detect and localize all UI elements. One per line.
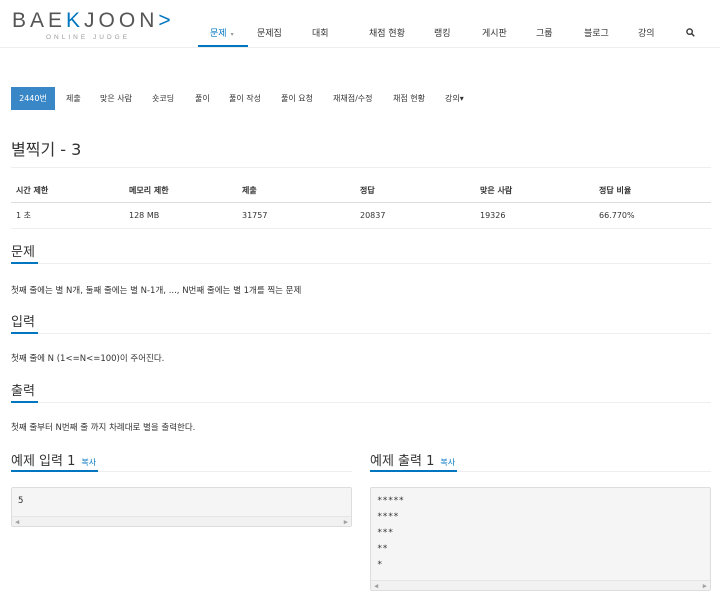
sample-output-box[interactable]: ***** **** *** ** * ◀ ▶ <box>370 487 711 591</box>
search-icon[interactable] <box>686 28 695 37</box>
input-heading: 입력 <box>11 315 35 330</box>
nav-item-contest[interactable]: 대회 <box>312 26 329 39</box>
tab-solutions[interactable]: 풀이 <box>195 87 210 110</box>
section-divider <box>11 402 711 403</box>
description-heading: 문제 <box>11 245 35 260</box>
tab-lecture-dropdown[interactable]: 강의▾ <box>445 87 464 110</box>
table-cell: 1 초 <box>11 202 124 229</box>
tab-short-coding[interactable]: 숏코딩 <box>152 87 174 110</box>
column-header: 정답 <box>355 180 475 203</box>
copy-sample-output-button[interactable]: 복사 <box>440 458 455 467</box>
chevron-down-icon: ▾ <box>230 31 234 38</box>
sample-input-box[interactable]: 5 ◀ ▶ <box>11 487 352 527</box>
output-heading: 출력 <box>11 384 35 399</box>
section-underline <box>11 470 98 472</box>
nav-item-group[interactable]: 그룹 <box>536 26 553 39</box>
tab-rejudge[interactable]: 재채점/수정 <box>333 87 373 110</box>
section-underline <box>11 332 38 334</box>
description-text: 첫째 줄에는 별 N개, 둘째 줄에는 별 N-1개, ..., N번째 줄에는… <box>11 286 302 296</box>
column-header: 메모리 제한 <box>124 180 237 203</box>
column-header: 제출 <box>237 180 355 203</box>
scroll-left-icon[interactable]: ◀ <box>374 582 378 590</box>
nav-item-blog[interactable]: 블로그 <box>584 26 609 39</box>
scroll-right-icon[interactable]: ▶ <box>344 518 348 526</box>
input-text: 첫째 줄에 N (1<=N<=100)이 주어진다. <box>11 354 165 364</box>
table-header-row: 시간 제한 메모리 제한 제출 정답 맞은 사람 정답 비율 <box>11 180 711 203</box>
table-cell: 128 MB <box>124 202 237 229</box>
section-underline <box>370 470 457 472</box>
tab-accepted-users[interactable]: 맞은 사람 <box>100 87 132 110</box>
copy-sample-input-button[interactable]: 복사 <box>81 458 96 467</box>
column-header: 맞은 사람 <box>475 180 594 203</box>
table-cell: 66.770% <box>594 202 711 229</box>
table-cell: 19326 <box>475 202 594 229</box>
sample-input-heading: 예제 입력 1 복사 <box>11 454 97 469</box>
nav-item-board[interactable]: 게시판 <box>482 26 507 39</box>
tab-request-solution[interactable]: 풀이 요청 <box>281 87 313 110</box>
nav-item-workbook[interactable]: 문제집 <box>257 26 282 39</box>
problem-subnav: 2440번 제출 맞은 사람 숏코딩 풀이 풀이 작성 풀이 요청 재채점/수정… <box>11 87 711 110</box>
column-header: 시간 제한 <box>11 180 124 203</box>
title-divider <box>11 167 711 168</box>
sample-output-content: ***** **** *** ** * <box>377 496 405 570</box>
main-nav: 문제 ▾ 문제집 대회 채점 현황 랭킹 게시판 그룹 블로그 강의 <box>0 26 720 46</box>
tab-submit[interactable]: 제출 <box>66 87 81 110</box>
column-header: 정답 비율 <box>594 180 711 203</box>
nav-item-problems[interactable]: 문제 ▾ <box>210 26 234 39</box>
nav-item-status[interactable]: 채점 현황 <box>369 26 405 39</box>
page-title: 별찍기 - 3 <box>11 140 82 159</box>
scroll-left-icon[interactable]: ◀ <box>15 518 19 526</box>
table-cell: 31757 <box>237 202 355 229</box>
section-underline <box>11 262 38 264</box>
scroll-right-icon[interactable]: ▶ <box>703 582 707 590</box>
tab-problem-number[interactable]: 2440번 <box>11 87 55 110</box>
tab-write-solution[interactable]: 풀이 작성 <box>229 87 261 110</box>
site-header: BAEKJOON> ONLINE JUDGE 문제 ▾ 문제집 대회 채점 현황 … <box>0 0 720 48</box>
nav-item-ranking[interactable]: 랭킹 <box>434 26 451 39</box>
section-divider <box>11 333 711 334</box>
problem-info-table: 시간 제한 메모리 제한 제출 정답 맞은 사람 정답 비율 1 초 128 M… <box>11 180 711 229</box>
nav-item-lecture[interactable]: 강의 <box>638 26 655 39</box>
sample-input-content: 5 <box>18 496 24 506</box>
section-divider <box>11 263 711 264</box>
horizontal-scrollbar[interactable]: ◀ ▶ <box>12 516 351 526</box>
section-underline <box>11 401 38 403</box>
table-row: 1 초 128 MB 31757 20837 19326 66.770% <box>11 202 711 229</box>
header-divider <box>0 47 720 48</box>
horizontal-scrollbar[interactable]: ◀ ▶ <box>371 580 710 590</box>
table-cell: 20837 <box>355 202 475 229</box>
tab-judge-status[interactable]: 채점 현황 <box>393 87 425 110</box>
sample-output-heading: 예제 출력 1 복사 <box>370 454 456 469</box>
output-text: 첫째 줄부터 N번째 줄 까지 차례대로 별을 출력한다. <box>11 423 196 433</box>
